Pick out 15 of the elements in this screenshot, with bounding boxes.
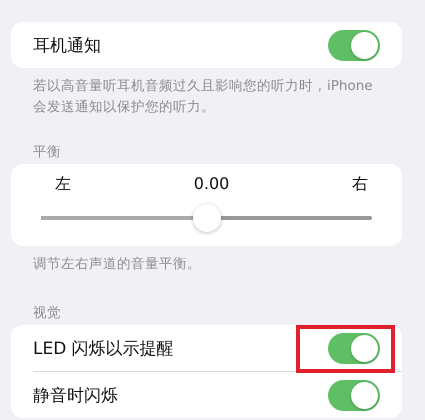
setting-label: LED 闪烁以示提醒: [33, 338, 174, 360]
footer-text: 若以高音量听耳机音频过久且影响您的听力时，iPhone 会发送通知以保护您的听力。: [32, 77, 374, 117]
toggle-switch[interactable]: [328, 30, 380, 60]
setting-label: 耳机通知: [33, 34, 101, 56]
section-header: 视觉: [32, 305, 62, 323]
balance-slider[interactable]: [41, 204, 372, 232]
toggle-switch[interactable]: [328, 332, 380, 364]
balance-value: 0.00: [194, 174, 230, 194]
left-label: 左: [55, 174, 71, 194]
section-header: 平衡: [32, 144, 62, 162]
toggle-switch[interactable]: [328, 380, 380, 410]
right-label: 右: [352, 174, 368, 194]
setting-label: 静音时闪烁: [33, 384, 118, 406]
slider-thumb[interactable]: [192, 204, 220, 232]
footer-text: 调节左右声道的音量平衡。: [32, 255, 202, 274]
